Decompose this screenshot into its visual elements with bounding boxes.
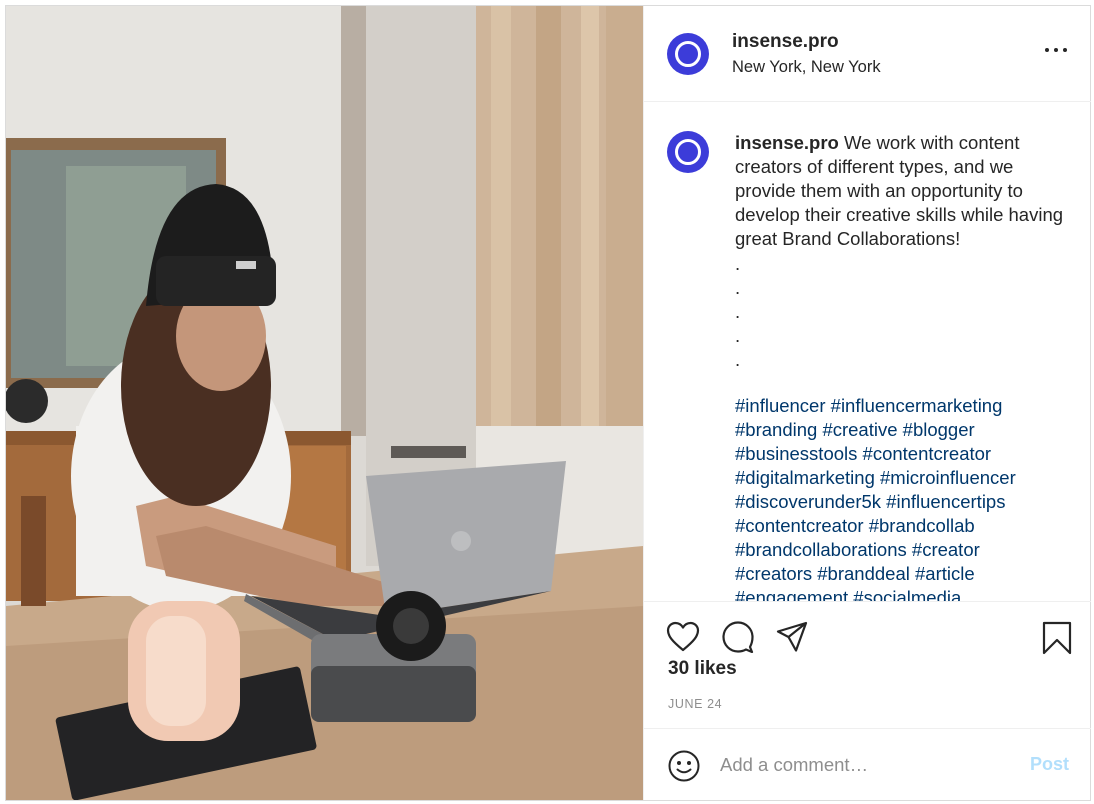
hashtag-line: #contentcreator #brandcollab — [735, 514, 1075, 538]
post-date[interactable]: JUNE 24 — [668, 697, 722, 711]
hashtag-line: #discoverunder5k #influencertips — [735, 490, 1075, 514]
caption-dot: . — [735, 349, 741, 370]
post-card: insense.pro New York, New York insense.p… — [5, 5, 1091, 801]
hashtag-line: #influencer #influencermarketing — [735, 394, 1075, 418]
heart-icon[interactable] — [666, 621, 700, 653]
emoji-icon[interactable] — [668, 750, 700, 782]
caption: insense.pro We work with content creator… — [735, 131, 1075, 601]
caption-dots: . . . . . — [735, 254, 1075, 374]
hashtag-link[interactable]: #socialmedia — [853, 587, 961, 601]
hashtag-line: #brandcollaborations #creator — [735, 538, 1075, 562]
header-username[interactable]: insense.pro — [732, 31, 839, 53]
hashtag-link[interactable]: #branddeal — [817, 563, 910, 584]
hashtag-link[interactable]: #blogger — [903, 419, 975, 440]
likes-count[interactable]: 30 likes — [668, 658, 737, 680]
hashtag-link[interactable]: #businesstools — [735, 443, 857, 464]
hashtag-link[interactable]: #digitalmarketing — [735, 467, 875, 488]
hashtag-link[interactable]: #influencertips — [886, 491, 1005, 512]
caption-dot: . — [735, 253, 741, 274]
comment-bar: Post — [644, 728, 1091, 801]
comment-input[interactable] — [720, 750, 1010, 780]
caption-dot: . — [735, 325, 741, 346]
hashtag-link[interactable]: #engagement — [735, 587, 848, 601]
hashtag-link[interactable]: #brandcollaborations — [735, 539, 907, 560]
hashtag-link[interactable]: #microinfluencer — [880, 467, 1016, 488]
hashtag-link[interactable]: #creative — [822, 419, 897, 440]
post-actions: 30 likes JUNE 24 Post — [644, 601, 1091, 800]
photo-illustration — [6, 6, 643, 800]
hashtag-link[interactable]: #branding — [735, 419, 817, 440]
hashtag-link[interactable]: #brandcollab — [869, 515, 975, 536]
caption-username[interactable]: insense.pro — [735, 132, 839, 153]
hashtag-link[interactable]: #influencer — [735, 395, 826, 416]
hashtag-line: #digitalmarketing #microinfluencer — [735, 466, 1075, 490]
hashtag-link[interactable]: #article — [915, 563, 975, 584]
hashtag-line: #branding #creative #blogger — [735, 418, 1075, 442]
hashtag-link[interactable]: #creator — [912, 539, 980, 560]
header-location[interactable]: New York, New York — [732, 58, 881, 77]
bookmark-icon[interactable] — [1042, 621, 1072, 655]
hashtag-line: #engagement #socialmedia — [735, 586, 1075, 601]
hashtag-link[interactable]: #creators — [735, 563, 812, 584]
comment-icon[interactable] — [721, 621, 755, 653]
comments-area[interactable]: insense.pro We work with content creator… — [644, 103, 1091, 601]
more-options-icon[interactable] — [1045, 40, 1069, 60]
caption-avatar[interactable] — [667, 131, 709, 173]
post-comment-button[interactable]: Post — [1030, 754, 1069, 775]
hashtag-line: #creators #branddeal #article — [735, 562, 1075, 586]
hashtag-line: #businesstools #contentcreator — [735, 442, 1075, 466]
post-photo[interactable] — [6, 6, 643, 800]
avatar[interactable] — [667, 33, 709, 75]
hashtag-link[interactable]: #contentcreator — [863, 443, 992, 464]
hashtag-link[interactable]: #discoverunder5k — [735, 491, 881, 512]
post-header: insense.pro New York, New York — [644, 6, 1091, 102]
hashtag-link[interactable]: #contentcreator — [735, 515, 864, 536]
caption-dot: . — [735, 301, 741, 322]
post-side-panel: insense.pro New York, New York insense.p… — [643, 6, 1091, 800]
caption-dot: . — [735, 277, 741, 298]
hashtag-list: #influencer #influencermarketing #brandin… — [735, 394, 1075, 601]
share-icon[interactable] — [775, 621, 809, 653]
hashtag-link[interactable]: #influencermarketing — [831, 395, 1003, 416]
